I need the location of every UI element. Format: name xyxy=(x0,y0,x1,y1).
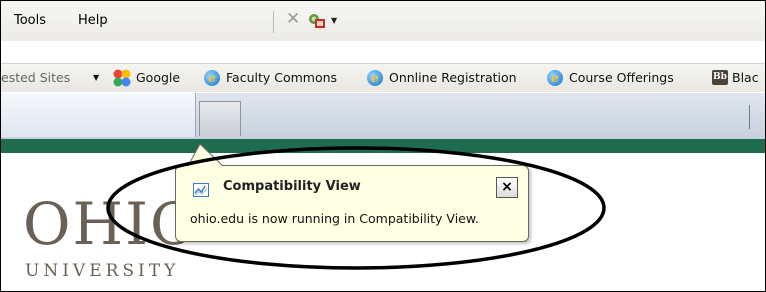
favorite-faculty-commons[interactable]: Faculty Commons xyxy=(226,70,337,85)
suggested-sites-link[interactable]: ested Sites xyxy=(1,70,70,85)
favorite-blackboard[interactable]: Blac xyxy=(732,70,759,85)
ie-page-icon: e xyxy=(547,70,563,86)
compatibility-view-popup: Compatibility View × ohio.edu is now run… xyxy=(175,165,529,242)
chevron-down-icon[interactable]: ▼ xyxy=(93,73,99,82)
compatibility-view-icon xyxy=(193,183,209,197)
close-icon[interactable]: ✕ xyxy=(286,9,300,29)
browser-window: Tools Help ✕ ▼ ested Sites ▼ Google e Fa… xyxy=(0,0,766,292)
favorite-online-registration[interactable]: Onnline Registration xyxy=(389,70,517,85)
site-header-bar xyxy=(1,139,765,153)
favorites-bar: ested Sites ▼ Google e Faculty Commons e… xyxy=(1,63,765,92)
tab-active[interactable] xyxy=(1,93,196,137)
menu-bar: Tools Help ✕ ▼ xyxy=(1,1,765,41)
google-icon xyxy=(113,69,131,87)
close-button[interactable]: × xyxy=(496,177,518,198)
addon-icon[interactable] xyxy=(308,13,326,29)
ohio-logo: OHIO xyxy=(23,190,200,258)
popup-title: Compatibility View xyxy=(223,179,361,194)
menu-help[interactable]: Help xyxy=(78,13,108,28)
university-logo-text: UNIVERSITY xyxy=(25,261,180,281)
toolbar-separator xyxy=(273,11,274,33)
blackboard-icon: Bb xyxy=(712,70,728,85)
new-tab-button[interactable] xyxy=(199,101,241,136)
ie-page-icon: e xyxy=(204,70,220,86)
tab-separator xyxy=(749,105,750,129)
favorite-google[interactable]: Google xyxy=(136,70,180,85)
tab-row xyxy=(1,93,765,139)
favorite-course-offerings[interactable]: Course Offerings xyxy=(569,70,674,85)
menu-tools[interactable]: Tools xyxy=(14,13,46,28)
popup-message: ohio.edu is now running in Compatibility… xyxy=(190,211,479,226)
dropdown-arrow-icon[interactable]: ▼ xyxy=(331,16,337,25)
ie-page-icon: e xyxy=(367,70,383,86)
